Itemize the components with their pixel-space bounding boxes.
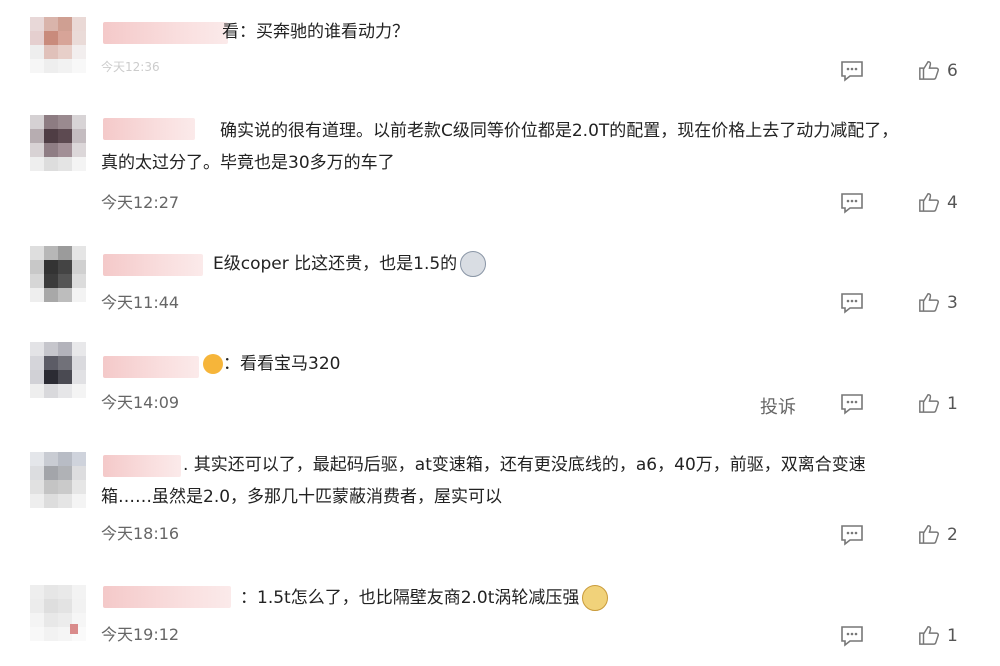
username[interactable] xyxy=(103,254,203,276)
thumbs-up-icon[interactable] xyxy=(917,191,941,213)
like-count: 4 xyxy=(947,193,958,213)
thumbs-up-icon[interactable] xyxy=(917,624,941,646)
comment-text-content: ：1.5t怎么了，也比隔壁友商2.0t涡轮减压强 xyxy=(240,588,580,608)
thumbs-up-icon[interactable] xyxy=(917,523,941,545)
comment-text-content: E级coper 比这还贵，也是1.5的 xyxy=(213,254,458,274)
username[interactable] xyxy=(103,356,199,378)
comment-icon[interactable] xyxy=(840,292,864,314)
like-count: 3 xyxy=(947,293,958,313)
avatar[interactable] xyxy=(30,246,86,302)
comment-text: ：1.5t怎么了，也比隔壁友商2.0t涡轮减压强 xyxy=(240,582,609,615)
avatar[interactable] xyxy=(30,342,86,398)
comment-text-content: ：看看宝马320 xyxy=(223,354,341,374)
username[interactable] xyxy=(103,455,181,477)
avatar[interactable] xyxy=(30,17,86,73)
avatar[interactable] xyxy=(30,452,86,508)
emoji-icon xyxy=(460,251,487,277)
comment-icon[interactable] xyxy=(840,60,864,82)
like-count: 2 xyxy=(947,525,958,545)
like-count: 1 xyxy=(947,626,958,646)
comment-text-line-2: 箱……虽然是2.0，多那几十匹蒙蔽消费者，屋实可以 xyxy=(101,487,503,507)
comment-text-line-1: . 其实还可以了，最起码后驱，at变速箱，还有更没底线的，a6，40万，前驱，双… xyxy=(183,455,866,475)
comment-time: 今天12:36 xyxy=(101,60,160,74)
avatar[interactable] xyxy=(30,115,86,171)
avatar-badge-icon xyxy=(70,624,78,634)
comment-time: 今天12:27 xyxy=(101,193,180,212)
thumbs-up-icon[interactable] xyxy=(917,291,941,313)
comment-time: 今天18:16 xyxy=(101,524,180,543)
comment-text-line-1: 确实说的很有道理。以前老款C级同等价位都是2.0T的配置，现在价格上去了动力减配… xyxy=(220,121,899,141)
username[interactable] xyxy=(103,586,231,608)
comment-icon[interactable] xyxy=(840,192,864,214)
thumbs-up-icon[interactable] xyxy=(917,59,941,81)
comment-time: 今天14:09 xyxy=(101,393,180,412)
comment-time: 今天19:12 xyxy=(101,625,180,644)
comment-text-line-2: 真的太过分了。毕竟也是30多万的车了 xyxy=(101,153,395,173)
comment-text: 看：买奔驰的谁看动力？ xyxy=(222,22,409,42)
like-count: 6 xyxy=(947,61,958,81)
report-button[interactable]: 投诉 xyxy=(760,393,796,419)
username[interactable] xyxy=(103,22,228,44)
like-count: 1 xyxy=(947,394,958,414)
comment-icon[interactable] xyxy=(840,393,864,415)
comment-time: 今天11:44 xyxy=(101,293,180,312)
comment-icon[interactable] xyxy=(840,524,864,546)
comment-text: ：看看宝马320 xyxy=(200,348,340,381)
comment-icon[interactable] xyxy=(840,625,864,647)
heart-eyes-emoji-icon xyxy=(203,354,223,374)
username[interactable] xyxy=(103,118,195,140)
doge-emoji-icon xyxy=(582,585,609,611)
comment-text: E级coper 比这还贵，也是1.5的 xyxy=(213,248,487,281)
thumbs-up-icon[interactable] xyxy=(917,392,941,414)
